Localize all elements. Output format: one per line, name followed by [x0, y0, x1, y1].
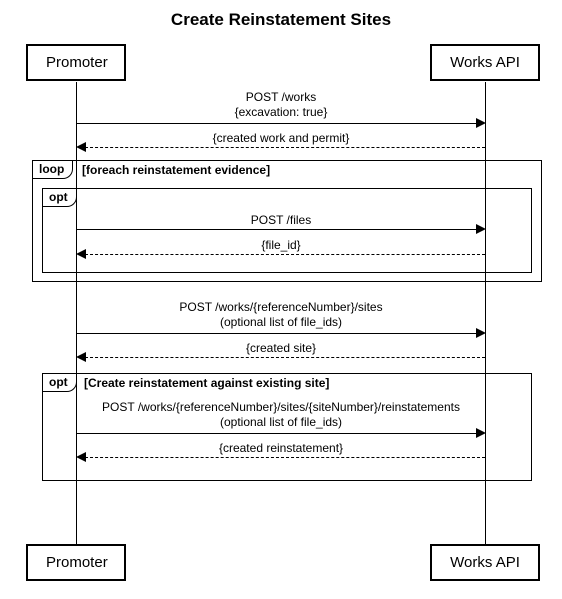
participant-promoter-top: Promoter [26, 44, 126, 81]
arrow-post-works [77, 123, 477, 124]
fragment-opt-reinstatement-guard: [Create reinstatement against existing s… [84, 376, 329, 390]
fragment-loop-guard: [foreach reinstatement evidence] [82, 163, 270, 177]
fragment-loop-tag: loop [33, 161, 73, 179]
msg-created-reinstatement-label: {created reinstatement} [76, 441, 486, 455]
arrowhead-post-sites [476, 328, 486, 338]
fragment-opt-files-tag: opt [43, 189, 77, 207]
msg-created-work-label: {created work and permit} [76, 131, 486, 145]
arrow-post-files [77, 229, 477, 230]
participant-worksapi-top: Works API [430, 44, 540, 81]
arrowhead-post-works [476, 118, 486, 128]
participant-worksapi-bottom: Works API [430, 544, 540, 581]
diagram-title: Create Reinstatement Sites [0, 10, 562, 30]
msg-post-files-label: POST /files [76, 213, 486, 227]
arrow-post-reinstatements [77, 433, 477, 434]
msg-post-works-line1: POST /works [246, 90, 316, 104]
msg-post-reinstatements-line2: (optional list of file_ids) [220, 415, 342, 429]
arrow-created-reinstatement [85, 457, 485, 458]
arrow-created-site [85, 357, 485, 358]
arrow-file-id [85, 254, 485, 255]
msg-created-site-label: {created site} [76, 341, 486, 355]
fragment-opt-reinstatement-tag: opt [43, 374, 77, 392]
msg-post-sites-line1: POST /works/{referenceNumber}/sites [179, 300, 382, 314]
arrowhead-created-reinstatement [76, 452, 86, 462]
msg-post-works-label: POST /works {excavation: true} [76, 90, 486, 120]
msg-post-reinstatements-label: POST /works/{referenceNumber}/sites/{sit… [76, 400, 486, 430]
arrowhead-post-files [476, 224, 486, 234]
arrowhead-file-id [76, 249, 86, 259]
arrowhead-created-work [76, 142, 86, 152]
msg-post-works-line2: {excavation: true} [235, 105, 328, 119]
arrow-post-sites [77, 333, 477, 334]
msg-file-id-label: {file_id} [76, 238, 486, 252]
msg-post-sites-label: POST /works/{referenceNumber}/sites (opt… [76, 300, 486, 330]
arrowhead-created-site [76, 352, 86, 362]
arrow-created-work [85, 147, 485, 148]
arrowhead-post-reinstatements [476, 428, 486, 438]
msg-post-reinstatements-line1: POST /works/{referenceNumber}/sites/{sit… [102, 400, 460, 414]
participant-promoter-bottom: Promoter [26, 544, 126, 581]
fragment-opt-files [42, 188, 532, 273]
msg-post-sites-line2: (optional list of file_ids) [220, 315, 342, 329]
